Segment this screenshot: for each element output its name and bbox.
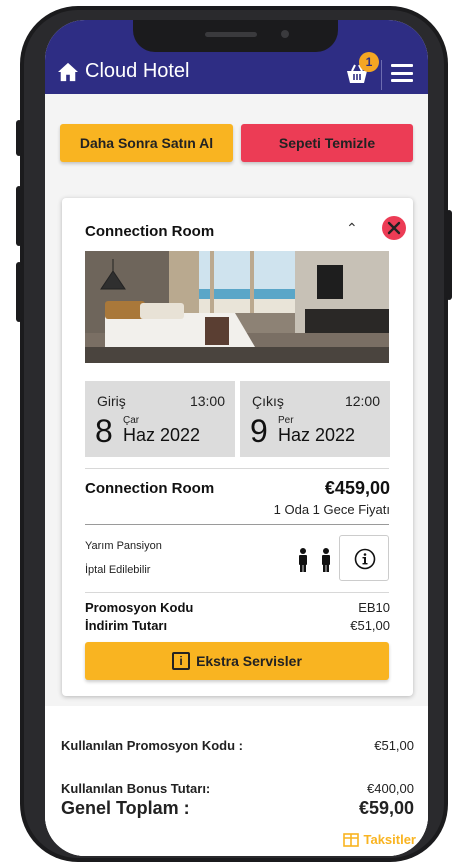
checkout-time: 12:00: [344, 393, 380, 409]
menu-icon[interactable]: [391, 64, 413, 82]
person-icon: [322, 548, 330, 572]
promo-code-label: Promosyon Kodu: [85, 600, 194, 615]
bonus-value: €400,00: [367, 781, 414, 796]
checkout-date[interactable]: Çıkış 12:00 9 Per Haz 2022: [240, 381, 390, 457]
notch: [133, 20, 338, 52]
cancel-policy: İptal Edilebilir: [85, 564, 151, 576]
cart-count-badge: 1: [359, 52, 379, 72]
checkin-date[interactable]: Giriş 13:00 8 Çar Haz 2022: [85, 381, 235, 457]
price-note: 1 Oda 1 Gece Fiyatı: [273, 502, 390, 517]
chevron-up-icon[interactable]: ⌃: [346, 220, 358, 237]
installments-label: Taksitler: [363, 832, 416, 847]
phone-power-button: [446, 210, 452, 300]
price-room-name: Connection Room: [85, 480, 215, 497]
home-icon: [58, 62, 78, 81]
divider: [85, 468, 389, 469]
checkin-day: 8: [95, 413, 113, 449]
grand-total-label: Genel Toplam :: [61, 798, 190, 818]
clear-cart-button[interactable]: Sepeti Temizle: [241, 124, 413, 162]
info-box-icon: i: [172, 652, 191, 670]
bonus-label: Kullanılan Bonus Tutarı:: [61, 781, 211, 796]
room-title: Connection Room: [85, 223, 215, 240]
table-icon: [343, 832, 360, 847]
cart-button[interactable]: 1: [345, 52, 379, 84]
checkin-label: Giriş: [97, 393, 126, 409]
grand-total-value: €59,00: [358, 798, 414, 818]
person-icon: [299, 548, 307, 572]
checkin-time: 13:00: [189, 393, 225, 409]
room-card: Connection Room ⌃ Giriş 13:00 8 Çar Haz …: [62, 198, 413, 696]
room-photo: [85, 251, 389, 363]
checkout-day: 9: [250, 413, 268, 449]
buy-later-button[interactable]: Daha Sonra Satın Al: [60, 124, 233, 162]
checkout-label: Çıkış: [252, 393, 284, 409]
header-divider: [381, 60, 382, 90]
info-icon: [354, 548, 376, 570]
checkout-month-year: Haz 2022: [278, 425, 356, 445]
info-button[interactable]: [339, 535, 389, 581]
board-type: Yarım Pansiyon: [85, 540, 162, 552]
phone-volume-down-button: [16, 262, 22, 322]
promo-used-label: Kullanılan Promosyon Kodu :: [61, 738, 244, 753]
discount-value: €51,00: [350, 618, 390, 633]
brand[interactable]: Cloud Hotel: [57, 60, 190, 83]
extra-services-label: Ekstra Servisler: [196, 653, 302, 669]
phone-mute-button: [16, 120, 22, 156]
close-icon[interactable]: [382, 216, 406, 240]
divider: [85, 592, 389, 593]
promo-code-value: EB10: [358, 600, 390, 615]
main-content: Daha Sonra Satın Al Sepeti Temizle Conne…: [45, 94, 428, 856]
discount-label: İndirim Tutarı: [85, 618, 168, 633]
promo-used-value: €51,00: [374, 738, 414, 753]
extra-services-button[interactable]: i Ekstra Servisler: [85, 642, 389, 680]
phone-volume-up-button: [16, 186, 22, 246]
app-title: Cloud Hotel: [85, 60, 190, 82]
checkin-month-year: Haz 2022: [123, 425, 201, 445]
screen: Cloud Hotel 1 Daha Sonra Satın Al Sepeti…: [45, 20, 428, 856]
installments-link[interactable]: Taksitler: [343, 832, 416, 847]
divider: [85, 524, 389, 525]
room-price: €459,00: [324, 478, 390, 498]
